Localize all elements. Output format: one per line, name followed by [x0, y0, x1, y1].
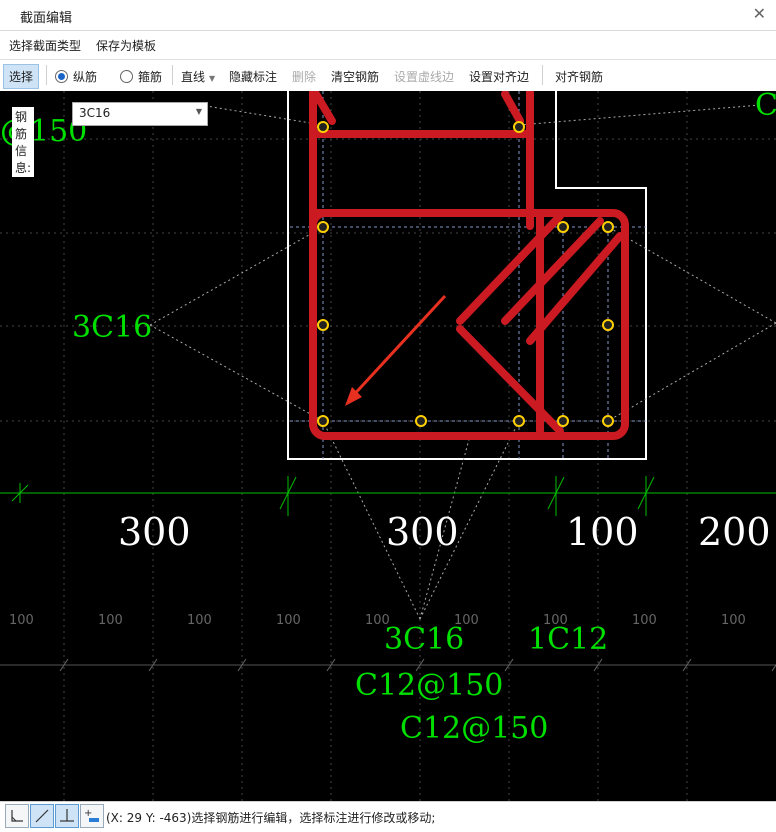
menu-select-section-type[interactable]: 选择截面类型	[9, 37, 81, 54]
chevron-down-icon: ▼	[209, 74, 216, 83]
dashed-edges	[290, 91, 646, 459]
toolbar-separator	[172, 65, 173, 85]
grid-label: 100	[721, 613, 746, 628]
select-button[interactable]: 选择	[3, 64, 40, 89]
annotation-c12-150[interactable]: C12@150	[355, 668, 503, 703]
align-rebar-button[interactable]: 对齐钢筋	[555, 68, 603, 85]
annotation-left-3c16[interactable]: 3C16	[72, 310, 152, 345]
dimension-labels: 300 300 100 200	[118, 510, 771, 554]
radio-selected-icon	[55, 70, 68, 83]
drawing-svg[interactable]: 100 100 100 100 100 100 100 100 100 300 …	[0, 91, 776, 801]
grid-label: 100	[98, 613, 123, 628]
stirrup-radio[interactable]: 箍筋	[120, 68, 162, 85]
radio-empty-icon	[120, 70, 133, 83]
rebar-point[interactable]	[513, 415, 525, 427]
arrow-line	[348, 294, 447, 401]
rebar-point[interactable]	[317, 221, 329, 233]
menu-save-template[interactable]: 保存为模板	[96, 37, 156, 54]
ortho-mode-icon[interactable]	[5, 804, 29, 828]
grid-label: 100	[9, 613, 34, 628]
section-canvas[interactable]: 100 100 100 100 100 100 100 100 100 300 …	[0, 91, 776, 801]
grid-label: 100	[276, 613, 301, 628]
rebar-point[interactable]	[602, 221, 614, 233]
dimension-label[interactable]: 100	[566, 510, 639, 554]
rebar-point[interactable]	[317, 319, 329, 331]
annotation-1c12[interactable]: 1C12	[528, 622, 608, 657]
rebar-point[interactable]	[557, 221, 569, 233]
longitudinal-radio[interactable]: 纵筋	[55, 68, 97, 85]
stirrup-label: 箍筋	[138, 70, 163, 84]
annotation-c12-150[interactable]: C12@150	[400, 711, 548, 746]
rebar-point[interactable]	[557, 415, 569, 427]
rebar-point[interactable]	[415, 415, 427, 427]
annotation-bottom-3c16[interactable]: 3C16	[384, 622, 464, 657]
snap-mode-icon[interactable]: +	[80, 804, 104, 828]
set-dashed-edge-button[interactable]: 设置虚线边	[394, 68, 454, 85]
delete-button[interactable]: 删除	[292, 68, 316, 85]
line-dropdown[interactable]: 直线 ▼	[181, 68, 215, 85]
rebar-point[interactable]	[317, 121, 329, 133]
menu-bar: 选择截面类型 保存为模板	[0, 31, 776, 60]
longitudinal-label: 纵筋	[73, 70, 98, 84]
rebar-point[interactable]	[602, 415, 614, 427]
line-label: 直线	[181, 70, 206, 84]
status-text: (X: 29 Y: -463)选择钢筋进行编辑，选择标注进行修改或移动;	[106, 811, 436, 825]
title-bar: 截面编辑 ✕	[0, 0, 776, 31]
annotation-partial[interactable]: C	[755, 91, 776, 123]
dimension-label[interactable]: 200	[698, 510, 771, 554]
rebar-info-select[interactable]: 3C16 ▼	[72, 102, 208, 126]
rebar-point[interactable]	[513, 121, 525, 133]
toolbar-separator	[542, 65, 543, 85]
grid-label: 100	[632, 613, 657, 628]
grid-label: 100	[187, 613, 212, 628]
hide-label-button[interactable]: 隐藏标注	[229, 68, 277, 85]
clear-rebar-button[interactable]: 清空钢筋	[331, 68, 379, 85]
window-title: 截面编辑	[20, 11, 73, 26]
toolbar-separator	[46, 65, 47, 85]
rebar-point[interactable]	[602, 319, 614, 331]
status-bar: + (X: 29 Y: -463)选择钢筋进行编辑，选择标注进行修改或移动;	[0, 801, 776, 832]
rebar-cage	[309, 91, 629, 440]
dimension-label[interactable]: 300	[118, 510, 191, 554]
rebar-points	[317, 121, 614, 427]
svg-text:+: +	[84, 808, 92, 819]
rebar-info-label: 钢筋信息:	[12, 107, 35, 177]
grid-label-group: 100 100 100 100 100 100 100 100 100	[9, 613, 746, 628]
annotation-group: 3C16 3C16 1C12 C12@150 C12@150 @150 C	[0, 91, 776, 746]
set-align-edge-button[interactable]: 设置对齐边	[469, 68, 529, 85]
rebar-point[interactable]	[317, 415, 329, 427]
dimension-label[interactable]: 300	[386, 510, 459, 554]
close-icon[interactable]: ✕	[753, 4, 766, 23]
section-outline	[287, 91, 647, 460]
leader-lines	[149, 104, 776, 620]
diagonal-mode-icon[interactable]	[30, 804, 54, 828]
perpendicular-mode-icon[interactable]	[55, 804, 79, 828]
rebar-info-value: 3C16	[79, 106, 111, 120]
toolbar: 选择 纵筋 箍筋 直线 ▼ 隐藏标注 删除 清空钢筋 设置虚线边 设置对齐边 对齐…	[0, 60, 776, 90]
chevron-down-icon: ▼	[195, 107, 202, 116]
